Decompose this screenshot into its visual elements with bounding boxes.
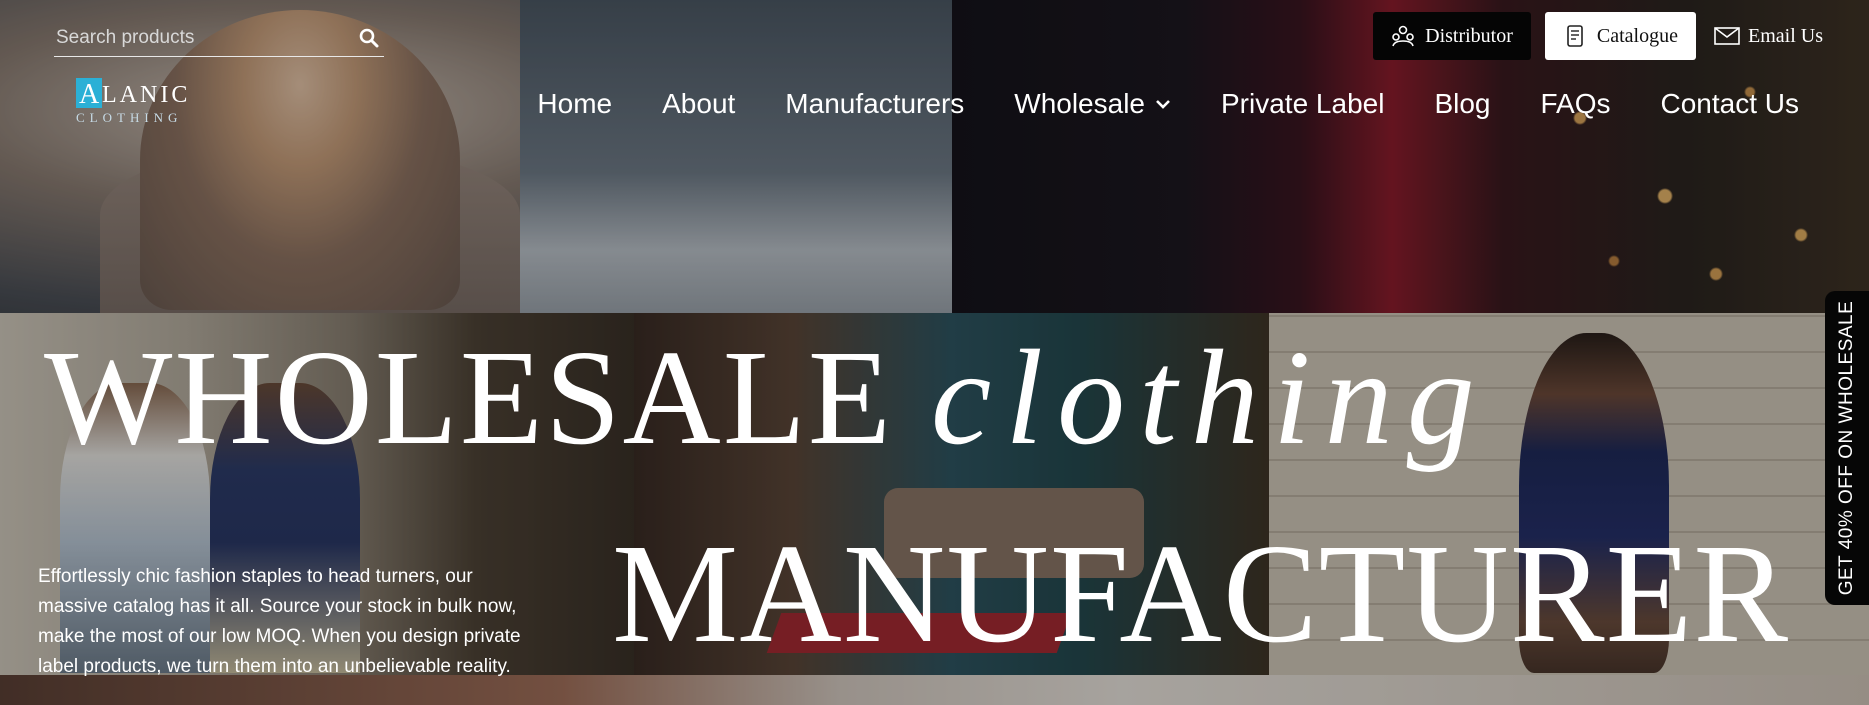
wholesale-discount-tab[interactable]: GET 40% OFF ON WHOLESALE — [1825, 291, 1869, 605]
chevron-down-icon — [1156, 100, 1170, 109]
email-us-label: Email Us — [1748, 24, 1823, 47]
distributor-label: Distributor — [1425, 24, 1513, 47]
logo-brand: LANIC — [102, 82, 191, 108]
search-bar — [54, 20, 384, 57]
nav-contact-us[interactable]: Contact Us — [1661, 88, 1800, 120]
catalogue-button[interactable]: Catalogue — [1544, 12, 1696, 60]
envelope-icon — [1714, 24, 1740, 48]
distributor-icon — [1391, 24, 1415, 48]
catalogue-icon — [1563, 24, 1587, 48]
catalogue-label: Catalogue — [1596, 24, 1678, 47]
top-actions: Distributor Catalogue Email Us — [1373, 12, 1827, 60]
logo[interactable]: A LANIC CLOTHING — [72, 76, 202, 130]
hero-description: Effortlessly chic fashion staples to hea… — [38, 566, 521, 677]
email-us-button[interactable]: Email Us — [1710, 12, 1827, 60]
search-icon[interactable] — [354, 23, 384, 53]
nav-wholesale[interactable]: Wholesale — [1014, 88, 1171, 120]
nav-faqs[interactable]: FAQs — [1540, 88, 1610, 120]
nav-about[interactable]: About — [662, 88, 735, 120]
wholesale-discount-label: GET 40% OFF ON WHOLESALE — [1836, 300, 1857, 596]
distributor-button[interactable]: Distributor — [1373, 12, 1531, 60]
nav-blog[interactable]: Blog — [1434, 88, 1490, 120]
nav-private-label[interactable]: Private Label — [1221, 88, 1384, 120]
main-navigation: Home About Manufacturers Wholesale Priva… — [537, 88, 1799, 120]
nav-manufacturers[interactable]: Manufacturers — [785, 88, 964, 120]
nav-wholesale-label: Wholesale — [1014, 88, 1145, 119]
logo-mark: A — [76, 78, 102, 108]
hero-clothing: clothing — [930, 323, 1489, 473]
hero-heading-line1: WHOLESALE clothing — [44, 330, 1489, 466]
hero-wholesale: WHOLESALE — [44, 323, 893, 473]
hero-manufacturer: MANUFACTURER — [612, 514, 1790, 672]
logo-subtitle: CLOTHING — [76, 110, 183, 125]
search-input[interactable] — [54, 27, 354, 49]
nav-home[interactable]: Home — [537, 88, 612, 120]
